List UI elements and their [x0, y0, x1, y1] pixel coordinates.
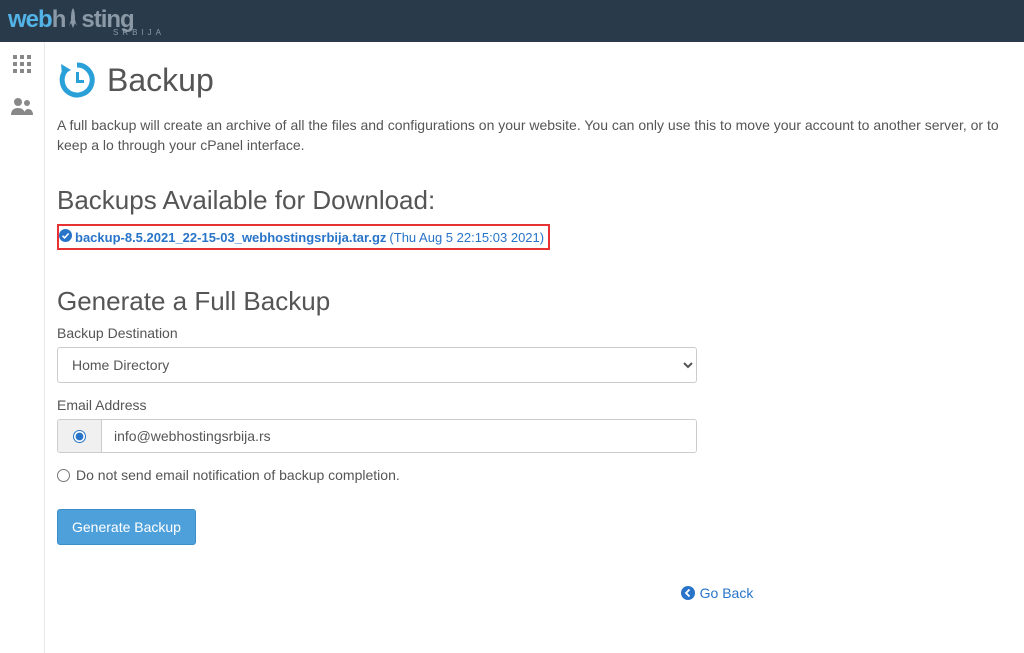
generate-backup-button[interactable]: Generate Backup: [57, 509, 196, 545]
backup-icon: [57, 60, 97, 100]
destination-label: Backup Destination: [57, 325, 1012, 341]
email-radio-cell: [58, 420, 102, 452]
no-email-radio[interactable]: [57, 469, 70, 482]
go-back-row: Go Back: [397, 585, 1024, 603]
logo-part2: h: [52, 6, 66, 33]
available-heading: Backups Available for Download:: [57, 185, 1012, 216]
page-title-row: Backup: [57, 60, 1012, 100]
logo-sub: SRBIJA: [113, 28, 165, 37]
main-content: Backup A full backup will create an arch…: [44, 42, 1024, 653]
backup-file-link[interactable]: backup-8.5.2021_22-15-03_webhostingsrbij…: [75, 230, 386, 245]
email-input[interactable]: [102, 420, 696, 452]
no-email-label: Do not send email notification of backup…: [76, 467, 400, 483]
backup-highlight-box: backup-8.5.2021_22-15-03_webhostingsrbij…: [57, 224, 550, 250]
grid-icon[interactable]: [12, 54, 32, 79]
check-circle-icon: [59, 229, 72, 245]
users-icon[interactable]: [10, 97, 34, 122]
page-description: A full backup will create an archive of …: [57, 116, 1012, 155]
backup-file-date: (Thu Aug 5 22:15:03 2021): [389, 230, 544, 245]
go-back-text: Go Back: [700, 585, 754, 601]
page-title: Backup: [107, 62, 214, 99]
no-email-row: Do not send email notification of backup…: [57, 467, 1012, 483]
arrow-left-circle-icon: [681, 586, 695, 600]
rocket-icon: [65, 8, 81, 30]
generate-heading: Generate a Full Backup: [57, 286, 1012, 317]
email-label: Email Address: [57, 397, 1012, 413]
email-row: [57, 419, 697, 453]
destination-select[interactable]: Home Directory: [57, 347, 697, 383]
email-radio[interactable]: [73, 430, 86, 443]
topbar: webhsting SRBIJA: [0, 0, 1024, 42]
sidebar: [0, 42, 44, 653]
go-back-link[interactable]: Go Back: [681, 585, 754, 601]
logo: webhsting SRBIJA: [8, 6, 165, 37]
logo-part1: web: [8, 6, 52, 33]
